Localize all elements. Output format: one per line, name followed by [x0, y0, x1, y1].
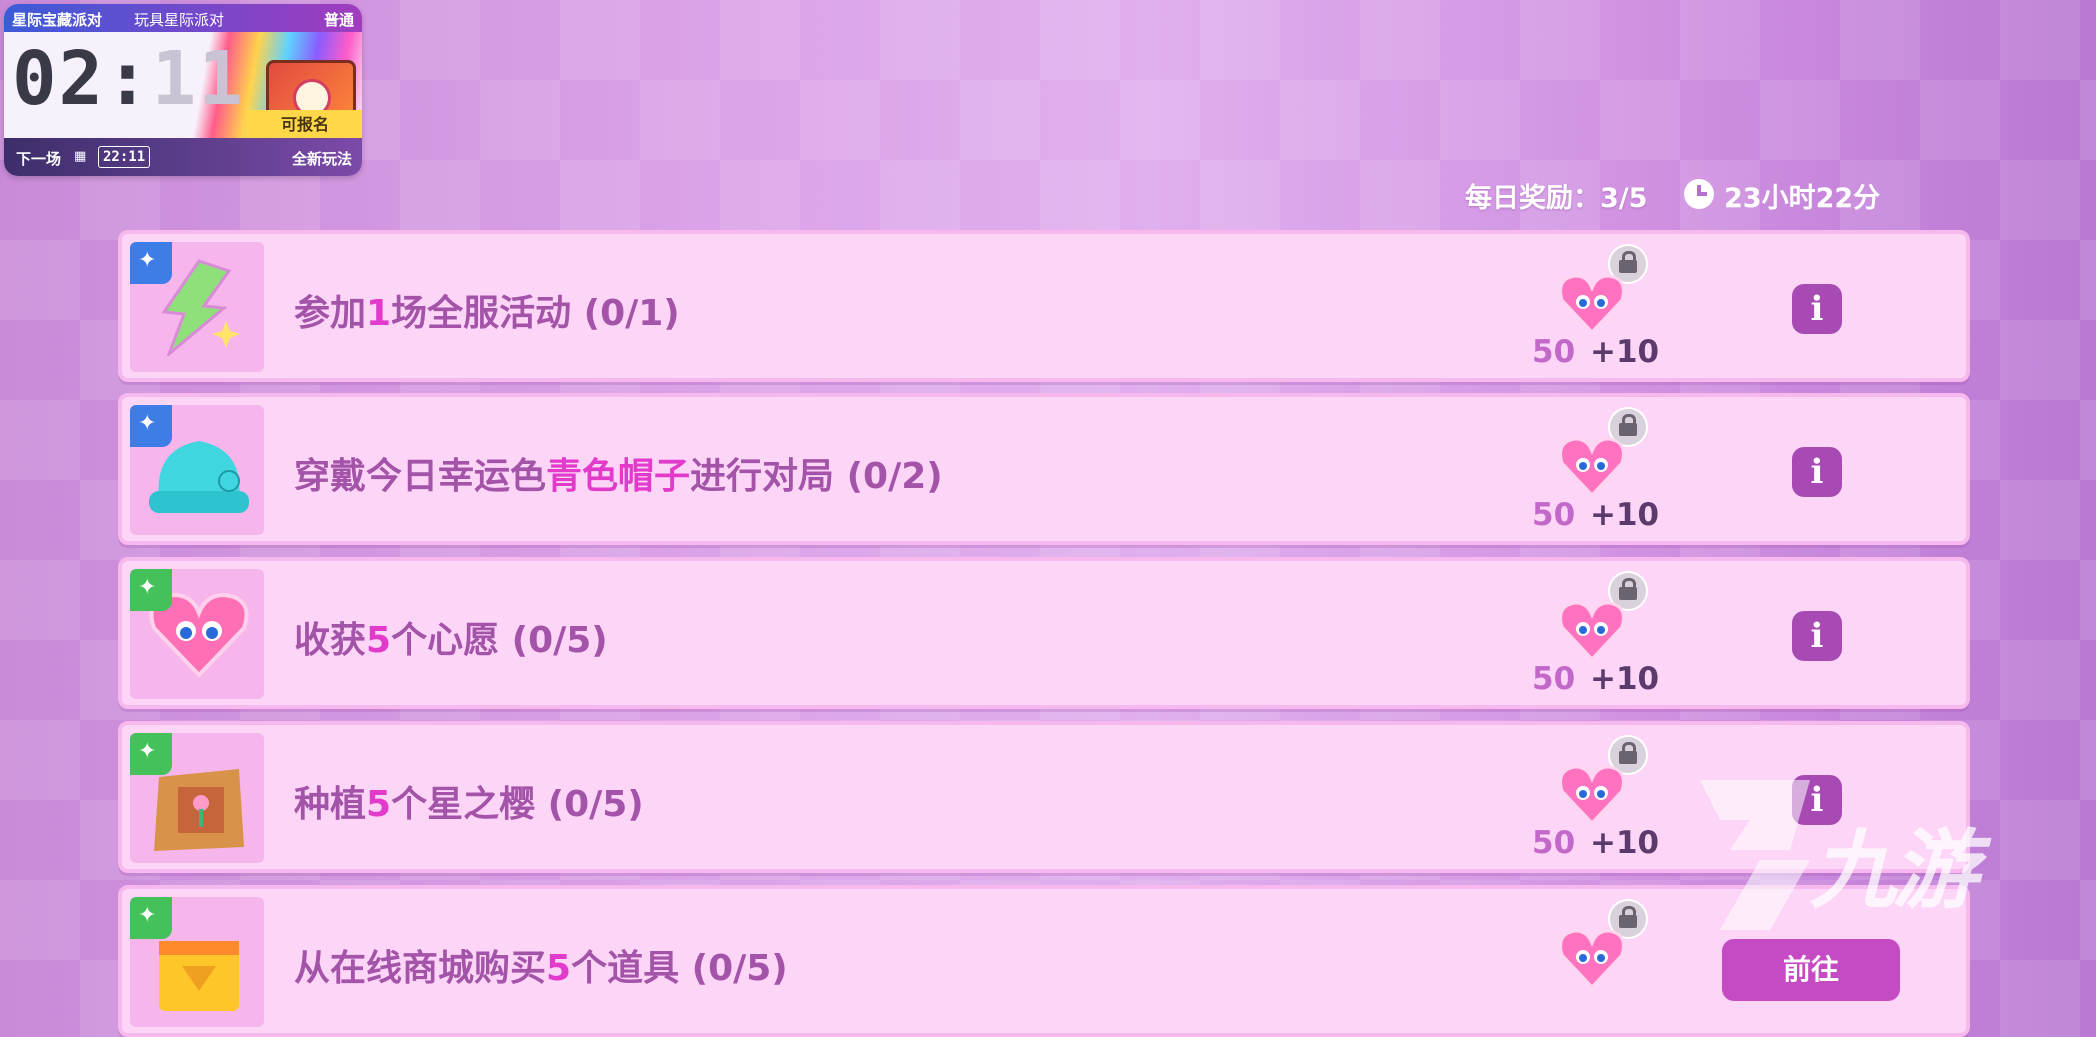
task-reward: 50 +10 — [1532, 733, 1659, 863]
task-text-highlight: 1 — [366, 293, 392, 334]
task-type-badge-icon: ✦ — [130, 405, 172, 447]
task-reward: 50 +10 — [1532, 242, 1659, 372]
task-text-highlight: 青色帽子 — [546, 456, 691, 497]
reward-base: 50 — [1532, 334, 1576, 370]
task-type-badge-icon: ✦ — [130, 897, 172, 939]
new-play-label: 全新玩法 — [291, 150, 352, 168]
task-type-badge-icon: ✦ — [130, 569, 172, 611]
task-row[interactable]: ✦ 参加1场全服活动 (0/1) 50 +10 i — [118, 230, 1970, 382]
task-description: 种植5个星之樱 (0/5) — [294, 775, 644, 827]
info-button[interactable]: i — [1792, 284, 1842, 334]
task-text-post: 进行对局 (0/2) — [690, 456, 943, 497]
next-round-time: 22:11 — [98, 146, 151, 168]
reward-base: 50 — [1532, 825, 1576, 861]
wish-heart-icon — [1556, 433, 1628, 499]
task-text-highlight: 5 — [366, 620, 392, 661]
reward-base: 50 — [1532, 497, 1576, 533]
watermark-text: 九游 — [1810, 821, 1978, 921]
task-thumbnail: ✦ — [130, 897, 264, 1027]
task-thumbnail: ✦ — [130, 569, 264, 699]
task-description: 参加1场全服活动 (0/1) — [294, 284, 680, 336]
task-text-pre: 种植 — [294, 784, 367, 825]
reward-bonus: +10 — [1590, 825, 1660, 861]
task-description: 收获5个心愿 (0/5) — [294, 611, 608, 663]
task-reward: 50 +10 — [1532, 405, 1659, 535]
task-text-highlight: 5 — [546, 948, 572, 989]
event-countdown: 02:11 — [12, 42, 245, 116]
daily-reset-timer: 23小时22分 — [1724, 183, 1881, 214]
reward-bonus: +10 — [1590, 334, 1660, 370]
wish-heart-icon — [1556, 270, 1628, 336]
task-text-highlight: 5 — [366, 784, 392, 825]
task-thumbnail: ✦ — [130, 242, 264, 372]
info-button[interactable]: i — [1792, 447, 1842, 497]
task-description: 从在线商城购买5个道具 (0/5) — [294, 939, 788, 991]
task-text-pre: 参加 — [294, 293, 367, 334]
event-footer: 下一场 ▦ 22:11 全新玩法 — [4, 138, 362, 176]
event-card[interactable]: 星际宝藏派对 玩具星际派对 普通 02:11 可报名 下一场 ▦ 22:11 全… — [4, 4, 362, 176]
wish-heart-icon — [1556, 597, 1628, 663]
task-text-pre: 从在线商城购买 — [294, 948, 547, 989]
event-countdown-main: 02: — [12, 36, 152, 122]
daily-reward-progress: 每日奖励：3/5 — [1465, 183, 1648, 214]
event-header: 星际宝藏派对 玩具星际派对 普通 — [4, 4, 362, 32]
info-button[interactable]: i — [1792, 611, 1842, 661]
task-text-post: 个道具 (0/5) — [571, 948, 788, 989]
task-type-badge-icon: ✦ — [130, 242, 172, 284]
wish-heart-icon — [1556, 925, 1628, 991]
task-text-post: 个星之樱 (0/5) — [391, 784, 644, 825]
event-mode-tag: 星际宝藏派对 — [12, 11, 103, 29]
reward-bonus: +10 — [1590, 497, 1660, 533]
task-reward — [1532, 897, 1652, 1027]
task-text-post: 场全服活动 (0/1) — [391, 293, 680, 334]
task-description: 穿戴今日幸运色青色帽子进行对局 (0/2) — [294, 447, 943, 499]
task-row[interactable]: ✦ 收获5个心愿 (0/5) 50 +10 i — [118, 557, 1970, 709]
event-countdown-ghost: 11 — [151, 36, 245, 122]
task-thumbnail: ✦ — [130, 733, 264, 863]
reward-base: 50 — [1532, 661, 1576, 697]
task-row[interactable]: ✦ 穿戴今日幸运色青色帽子进行对局 (0/2) 50 +10 i — [118, 393, 1970, 545]
next-round-label: 下一场 — [16, 150, 62, 168]
go-button[interactable]: 前往 — [1722, 939, 1900, 1001]
wish-heart-icon — [1556, 761, 1628, 827]
reward-bonus: +10 — [1590, 661, 1660, 697]
event-status-badge: 可报名 — [246, 110, 362, 140]
task-reward: 50 +10 — [1532, 569, 1659, 699]
task-text-pre: 穿戴今日幸运色 — [294, 456, 547, 497]
clock-icon — [1684, 179, 1714, 209]
task-text-post: 个心愿 (0/5) — [391, 620, 608, 661]
task-text-pre: 收获 — [294, 620, 367, 661]
event-subtitle: 玩具星际派对 — [134, 11, 225, 29]
task-thumbnail: ✦ — [130, 405, 264, 535]
calendar-icon: ▦ — [74, 149, 87, 164]
event-difficulty: 普通 — [323, 11, 354, 29]
task-type-badge-icon: ✦ — [130, 733, 172, 775]
